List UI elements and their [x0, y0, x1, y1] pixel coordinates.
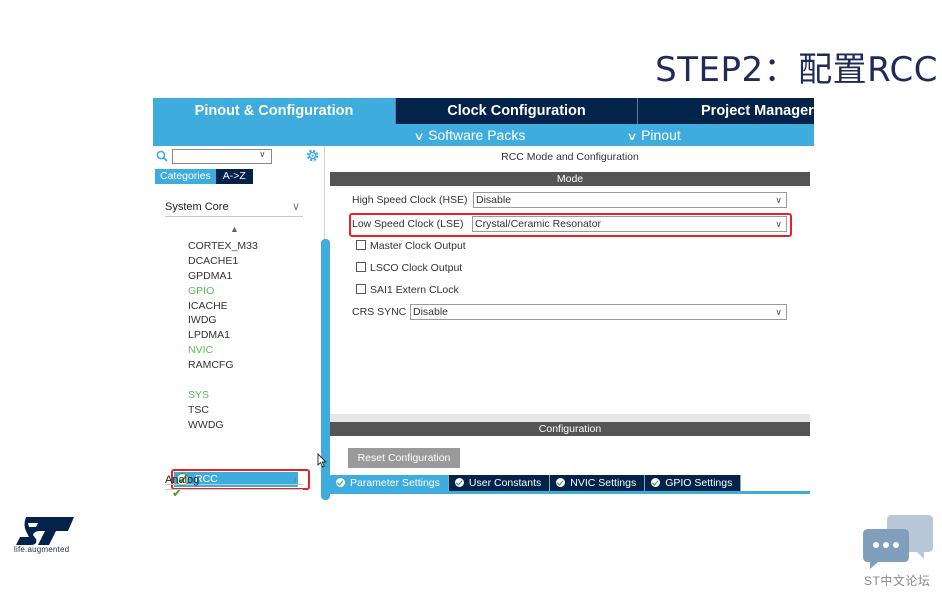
configuration-tabs: Parameter Settings User Constants NVIC S… — [330, 475, 742, 491]
list-item[interactable]: RAMCFG — [188, 358, 258, 373]
crs-sync-select[interactable]: Disable ∨ — [410, 304, 787, 320]
sort-up-icon[interactable]: ▲ — [230, 224, 239, 234]
list-item[interactable]: ICACHE — [188, 299, 258, 314]
tab-nvic-settings[interactable]: NVIC Settings — [550, 475, 646, 491]
search-icon — [156, 150, 168, 162]
chevron-down-icon: ∨ — [291, 201, 300, 213]
check-circle-icon — [336, 478, 345, 487]
slide-title: STEP2：配置RCC — [655, 50, 938, 90]
pinout-label: Pinout — [641, 127, 681, 143]
tab-pinout-configuration[interactable]: Pinout & Configuration — [153, 98, 395, 124]
check-circle-icon — [454, 478, 464, 487]
chevron-down-icon: ∨ — [413, 131, 425, 143]
crs-sync-select-value: Disable — [413, 306, 449, 318]
check-circle-icon — [651, 478, 661, 487]
tab-parameter-settings[interactable]: Parameter Settings — [330, 475, 449, 491]
gear-icon[interactable] — [305, 148, 320, 163]
tab-label: User Constants — [468, 477, 542, 489]
hse-select-value: Disable — [476, 194, 512, 206]
tab-label: Parameter Settings — [350, 477, 440, 489]
rcc-mode-config-panel: RCC Mode and Configuration Mode High Spe… — [330, 146, 814, 500]
list-item-rcc-spacer: . — [188, 373, 258, 388]
section-system-core-label: System Core — [165, 201, 229, 213]
section-analog[interactable]: Analog › — [165, 470, 303, 490]
checkbox-label: SAI1 Extern CLock — [370, 284, 459, 296]
component-list: CORTEX_M33 DCACHE1 GPDMA1 GPIO ICACHE IW… — [188, 239, 258, 433]
checkbox-icon[interactable] — [356, 284, 366, 295]
section-system-core[interactable]: System Core ∨ — [165, 197, 303, 217]
list-item[interactable]: DCACHE1 — [188, 254, 258, 269]
list-item[interactable]: LPDMA1 — [188, 328, 258, 343]
software-packs-menu[interactable]: ∨ Software Packs — [413, 127, 526, 143]
chevron-down-icon[interactable]: ∨ — [259, 149, 266, 160]
checkbox-icon[interactable] — [356, 240, 366, 251]
forum-label: ST中文论坛 — [864, 574, 931, 588]
configuration-header: Configuration — [330, 422, 810, 436]
cubemx-screenshot: Pinout & Configuration Clock Configurati… — [146, 97, 814, 500]
mouse-cursor-icon — [317, 453, 327, 468]
chevron-right-icon: › — [293, 474, 297, 486]
tab-gpio-settings[interactable]: GPIO Settings — [645, 475, 742, 491]
chat-bubble-icon — [863, 515, 933, 569]
pinout-menu[interactable]: ∨ Pinout — [626, 127, 681, 143]
list-item[interactable]: TSC — [188, 403, 258, 418]
main-tabs: Pinout & Configuration Clock Configurati… — [153, 98, 814, 124]
tab-underline — [330, 491, 810, 494]
panel-splitter[interactable] — [330, 414, 810, 422]
search-input[interactable] — [172, 149, 272, 164]
hse-select[interactable]: Disable ∨ — [473, 192, 787, 208]
list-item[interactable]: GPIO — [188, 284, 258, 299]
tab-user-constants[interactable]: User Constants — [448, 475, 551, 491]
list-item[interactable]: NVIC — [188, 343, 258, 358]
panel-title: RCC Mode and Configuration — [501, 151, 639, 163]
tab-categories[interactable]: Categories — [155, 169, 216, 184]
tab-clock-configuration[interactable]: Clock Configuration — [395, 98, 637, 124]
list-item[interactable]: WWDG — [188, 418, 258, 433]
list-item[interactable]: GPDMA1 — [188, 269, 258, 284]
list-item[interactable]: CORTEX_M33 — [188, 239, 258, 254]
lse-highlight-box — [349, 213, 792, 237]
checkbox-lsco-clock-output[interactable]: LSCO Clock Output — [356, 260, 462, 276]
tab-label: GPIO Settings — [665, 477, 733, 489]
tab-project-manager[interactable]: Project Manager — [637, 98, 814, 124]
tab-a-to-z[interactable]: A->Z — [215, 169, 253, 184]
crs-sync-label: CRS SYNC — [352, 306, 407, 318]
checkbox-icon[interactable] — [356, 262, 366, 273]
chevron-down-icon: ∨ — [626, 131, 638, 143]
checkbox-label: Master Clock Output — [370, 240, 466, 252]
checkbox-master-clock-output[interactable]: Master Clock Output — [356, 238, 466, 254]
check-circle-icon — [556, 478, 566, 487]
tab-label: NVIC Settings — [570, 477, 637, 489]
software-packs-label: Software Packs — [428, 127, 526, 143]
checkbox-label: LSCO Clock Output — [370, 262, 463, 274]
chevron-down-icon: ∨ — [775, 195, 782, 205]
hse-label: High Speed Clock (HSE) — [352, 194, 468, 206]
list-item[interactable]: SYS — [188, 388, 258, 403]
logo-tagline: life.augmented — [14, 545, 70, 554]
mode-header: Mode — [330, 172, 810, 186]
reset-configuration-button[interactable]: Reset Configuration — [348, 448, 460, 468]
categories-panel: ∨ Categories A->Z System Core ∨ ▲ CORTEX… — [153, 146, 330, 500]
checkbox-sai1-extern-clock[interactable]: SAI1 Extern CLock — [356, 282, 459, 298]
section-analog-label: Analog — [165, 474, 200, 486]
chevron-down-icon: ∨ — [775, 307, 782, 317]
sub-toolbar: ∨ Software Packs ∨ Pinout — [153, 124, 814, 146]
list-item[interactable]: IWDG — [188, 313, 258, 328]
category-tabs: Categories A->Z — [155, 169, 253, 184]
